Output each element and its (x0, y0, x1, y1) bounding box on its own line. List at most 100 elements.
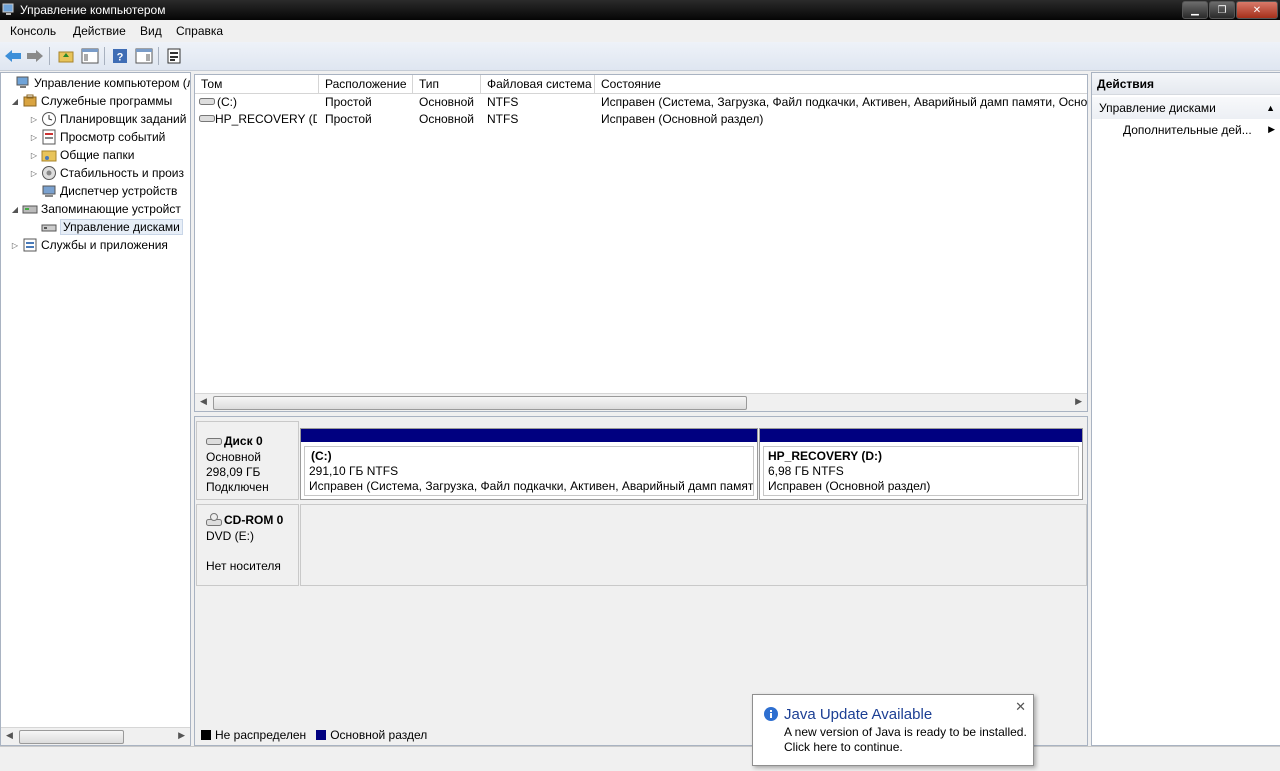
collapse-triangle-icon[interactable]: ◢ (10, 205, 20, 214)
scroll-right-arrow-icon[interactable]: ▶ (1075, 396, 1082, 407)
maximize-button[interactable]: ❐ (1209, 1, 1235, 19)
volume-name: (C:) (217, 95, 237, 109)
disk-status: Подключен (206, 480, 269, 494)
performance-icon (42, 166, 56, 180)
close-button[interactable]: ✕ (1236, 1, 1278, 19)
tree-item-label: Просмотр событий (60, 130, 166, 144)
tree-item-reliability[interactable]: ▷ Стабильность и произ (29, 164, 184, 182)
show-hide-action-pane-button[interactable] (134, 46, 154, 66)
menu-help[interactable]: Справка (176, 24, 223, 38)
tree-item-label: Управление компьютером (л (34, 76, 191, 90)
title-bar: Управление компьютером ▁ ❐ ✕ (0, 0, 1280, 20)
scrollbar-thumb[interactable] (213, 396, 747, 410)
action-pane-icon (135, 48, 153, 64)
partition-status: Исправен (Основной раздел) (768, 479, 931, 493)
legend-unallocated-label: Не распределен (215, 728, 307, 742)
column-header-filesystem[interactable]: Файловая система (481, 75, 595, 93)
tree-item-label: Диспетчер устройств (60, 184, 178, 198)
device-manager-icon (42, 185, 56, 197)
window-title: Управление компьютером (20, 3, 166, 17)
menu-action[interactable]: Действие (73, 24, 126, 38)
tree-item-label: Стабильность и произ (60, 166, 185, 180)
partition-color-bar (301, 429, 757, 442)
help-button[interactable]: ? (110, 46, 130, 66)
tree-item-event-viewer[interactable]: ▷ Просмотр событий (29, 128, 165, 146)
folder-up-icon (58, 51, 74, 63)
tree-item-system-tools[interactable]: ◢ Служебные программы (10, 92, 172, 110)
column-header-row: Том Расположение Тип Файловая система Со… (195, 75, 1087, 94)
volume-list: Том Расположение Тип Файловая система Со… (194, 74, 1088, 412)
properties-button[interactable] (164, 46, 184, 66)
collapse-triangle-icon[interactable]: ◢ (10, 97, 20, 106)
expand-triangle-icon[interactable]: ▷ (29, 151, 39, 160)
table-row[interactable]: HP_RECOVERY (D:) Простой Основной NTFS И… (195, 111, 1087, 128)
expand-triangle-icon[interactable]: ▷ (29, 115, 39, 124)
services-icon (23, 238, 37, 252)
menu-view[interactable]: Вид (140, 24, 162, 38)
toolbar-separator (104, 47, 105, 65)
legend: Не распределен Основной раздел (201, 728, 427, 742)
expand-triangle-icon[interactable]: ▷ (10, 241, 20, 250)
tree-item-label: Планировщик заданий (60, 112, 187, 126)
tree-item-task-scheduler[interactable]: ▷ Планировщик заданий (29, 110, 186, 128)
disk-0-label[interactable]: Диск 0 Основной 298,09 ГБ Подключен (196, 421, 299, 500)
drive-icon (199, 98, 215, 105)
toolbar-separator (158, 47, 159, 65)
tree-item-storage[interactable]: ◢ Запоминающие устройст (10, 200, 181, 218)
tree-item-services-apps[interactable]: ▷ Службы и приложения (10, 236, 168, 254)
actions-section-disk-management[interactable]: Управление дисками ▲ (1092, 97, 1280, 119)
expand-triangle-icon[interactable]: ▷ (29, 169, 39, 178)
column-header-type[interactable]: Тип (413, 75, 481, 93)
minimize-button[interactable]: ▁ (1182, 1, 1208, 19)
shared-folder-icon (41, 150, 57, 162)
volume-name: HP_RECOVERY (D:) (215, 112, 317, 126)
partition-c[interactable]: (C:) 291,10 ГБ NTFS Исправен (Система, З… (300, 428, 758, 500)
tree-item-computer-management[interactable]: Управление компьютером (л (3, 74, 191, 92)
tree-item-label: Запоминающие устройст (41, 202, 181, 216)
actions-more-item[interactable]: Дополнительные дей... ▶ (1123, 123, 1275, 137)
back-arrow-icon (5, 50, 21, 62)
scrollbar-thumb[interactable] (19, 730, 124, 744)
collapse-up-icon[interactable]: ▲ (1266, 97, 1275, 119)
back-button[interactable] (3, 46, 23, 66)
up-level-button[interactable] (56, 46, 76, 66)
partition-d[interactable]: HP_RECOVERY (D:) 6,98 ГБ NTFS Исправен (… (759, 428, 1083, 500)
tree-horizontal-scrollbar[interactable]: ◀ ▶ (1, 727, 190, 745)
legend-primary-swatch (316, 730, 327, 740)
list-horizontal-scrollbar[interactable]: ◀ ▶ (195, 393, 1087, 411)
legend-primary-label: Основной раздел (330, 728, 428, 742)
forward-button[interactable] (25, 46, 45, 66)
svg-text:?: ? (117, 52, 124, 64)
properties-icon (167, 48, 181, 64)
tree-item-label: Управление дисками (60, 219, 183, 235)
tree-item-device-manager[interactable]: Диспетчер устройств (29, 182, 177, 200)
java-update-notification[interactable]: Java Update Available A new version of J… (752, 694, 1034, 766)
scroll-right-arrow-icon[interactable]: ▶ (178, 730, 185, 741)
scroll-left-arrow-icon[interactable]: ◀ (200, 396, 207, 407)
menu-console[interactable]: Консоль (10, 24, 56, 38)
event-viewer-icon (42, 129, 56, 145)
status-bar (0, 746, 1280, 771)
volume-layout: Простой (325, 95, 372, 109)
cdrom-media-area[interactable] (300, 504, 1087, 586)
actions-pane: Действия Управление дисками ▲ Дополнител… (1091, 72, 1280, 746)
column-header-status[interactable]: Состояние (595, 75, 1087, 93)
tree-item-shared-folders[interactable]: ▷ Общие папки (29, 146, 135, 164)
cdrom-0-label[interactable]: CD-ROM 0 DVD (E:) Нет носителя (196, 504, 299, 586)
notification-link[interactable]: Click here to continue. (784, 740, 903, 754)
partition-size: 6,98 ГБ NTFS (768, 464, 844, 478)
table-row[interactable]: (C:) Простой Основной NTFS Исправен (Сис… (195, 94, 1087, 111)
notification-close-icon[interactable]: ✕ (1015, 699, 1026, 715)
legend-unallocated-swatch (201, 730, 211, 740)
column-header-volume[interactable]: Том (195, 75, 319, 93)
close-icon: ✕ (1252, 4, 1262, 16)
tree-item-disk-management[interactable]: Управление дисками (29, 218, 183, 236)
tree-item-label: Служебные программы (41, 94, 173, 108)
cdrom-status: Нет носителя (206, 559, 281, 573)
toolbar: ? (0, 42, 1280, 71)
scroll-left-arrow-icon[interactable]: ◀ (6, 730, 13, 741)
expand-triangle-icon[interactable]: ▷ (29, 133, 39, 142)
column-header-layout[interactable]: Расположение (319, 75, 413, 93)
show-hide-tree-button[interactable] (80, 46, 100, 66)
partition-size: 291,10 ГБ NTFS (309, 464, 399, 478)
